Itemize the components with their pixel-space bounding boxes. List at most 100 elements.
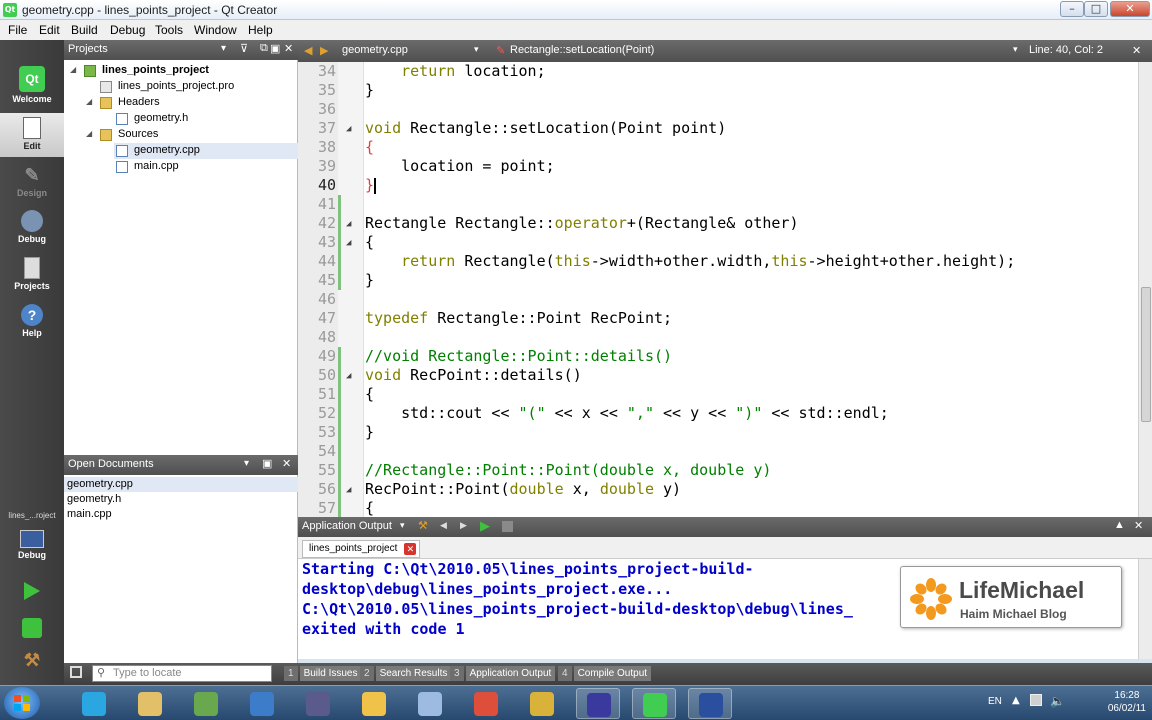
maximize-button[interactable]: □ bbox=[1084, 1, 1108, 17]
tree-item-geometry-h[interactable]: geometry.h bbox=[64, 111, 298, 127]
mode-help[interactable]: ? Help bbox=[0, 304, 64, 344]
menu-debug[interactable]: Debug bbox=[110, 23, 145, 37]
tree-item-main-cpp[interactable]: main.cpp bbox=[64, 159, 298, 175]
code-line[interactable]: } bbox=[365, 176, 377, 195]
kit-project-label[interactable]: lines_...roject bbox=[0, 511, 64, 523]
output-scrollbar[interactable] bbox=[1138, 559, 1152, 659]
taskbar-app-button[interactable] bbox=[240, 688, 284, 719]
dropdown-icon[interactable]: ▾ bbox=[221, 43, 226, 54]
start-button[interactable] bbox=[4, 687, 40, 719]
code-line[interactable]: void Rectangle::setLocation(Point point) bbox=[365, 119, 726, 138]
debug-run-button[interactable] bbox=[0, 618, 64, 642]
code-line[interactable]: typedef Rectangle::Point RecPoint; bbox=[365, 309, 672, 328]
mode-debug[interactable]: Debug bbox=[0, 210, 64, 250]
code-editor[interactable]: 34 35 36 37 38 39 40 41 42 43 44 45 46 4… bbox=[298, 62, 1152, 517]
open-document-item[interactable]: main.cpp bbox=[64, 507, 298, 522]
collapse-arrow-icon[interactable]: ◢ bbox=[70, 65, 76, 74]
locate-input[interactable]: ⚲ Type to locate bbox=[92, 665, 272, 682]
code-line[interactable]: void RecPoint::details() bbox=[365, 366, 582, 385]
build-issues-button[interactable]: 1 Build Issues bbox=[284, 666, 362, 682]
reattach-icon[interactable]: ⚒ bbox=[418, 519, 428, 532]
menu-build[interactable]: Build bbox=[71, 23, 98, 37]
taskbar-app-button[interactable] bbox=[184, 688, 228, 719]
filter-icon[interactable]: ⊽ bbox=[240, 42, 248, 55]
tree-item-pro-file[interactable]: lines_points_project.pro bbox=[64, 79, 298, 95]
code-line[interactable]: location = point; bbox=[365, 157, 555, 176]
output-tab[interactable]: lines_points_project ✕ bbox=[302, 540, 421, 558]
code-line[interactable]: } bbox=[365, 423, 374, 442]
tree-item-headers[interactable]: ◢ Headers bbox=[64, 95, 298, 111]
taskbar-app-button[interactable] bbox=[464, 688, 508, 719]
search-results-button[interactable]: 2 Search Results bbox=[360, 666, 452, 682]
code-line[interactable]: RecPoint::Point(double x, double y) bbox=[365, 480, 681, 499]
projects-panel-title[interactable]: Projects bbox=[68, 43, 108, 55]
compile-output-button[interactable]: 4 Compile Output bbox=[558, 666, 652, 682]
open-document-item[interactable]: geometry.cpp bbox=[64, 477, 298, 492]
editor-scrollbar[interactable] bbox=[1138, 62, 1152, 517]
taskbar-app-button[interactable] bbox=[520, 688, 564, 719]
back-arrow-icon[interactable]: ◀ bbox=[304, 44, 312, 57]
collapse-arrow-icon[interactable]: ◢ bbox=[86, 97, 92, 106]
maximize-panel-icon[interactable]: ▲ bbox=[1114, 519, 1125, 531]
kit-selector[interactable]: Debug bbox=[0, 530, 64, 570]
close-editor-icon[interactable]: ✕ bbox=[1132, 44, 1141, 57]
menu-edit[interactable]: Edit bbox=[39, 23, 60, 37]
code-line[interactable]: std::cout << "(" << x << "," << y << ")"… bbox=[365, 404, 889, 423]
tree-item-sources[interactable]: ◢ Sources bbox=[64, 127, 298, 143]
fold-arrow-icon[interactable]: ◢ bbox=[346, 238, 351, 248]
code-line[interactable]: //Rectangle::Point::Point(double x, doub… bbox=[365, 461, 771, 480]
close-panel-icon[interactable]: ✕ bbox=[284, 42, 293, 55]
code-line[interactable]: { bbox=[365, 138, 374, 157]
code-line[interactable]: { bbox=[365, 499, 374, 517]
menu-tools[interactable]: Tools bbox=[155, 23, 183, 37]
menu-file[interactable]: File bbox=[8, 23, 27, 37]
menu-window[interactable]: Window bbox=[194, 23, 237, 37]
split-icon[interactable]: ▣ bbox=[262, 457, 272, 470]
taskbar-app-button[interactable] bbox=[296, 688, 340, 719]
forward-arrow-icon[interactable]: ▶ bbox=[320, 44, 328, 57]
close-window-button[interactable]: ✕ bbox=[1110, 1, 1150, 17]
split-icon[interactable]: ▣ bbox=[270, 42, 280, 55]
code-line[interactable]: //void Rectangle::Point::details() bbox=[365, 347, 672, 366]
previous-icon[interactable]: ◀ bbox=[440, 520, 447, 531]
next-icon[interactable]: ▶ bbox=[460, 520, 467, 531]
menu-help[interactable]: Help bbox=[248, 23, 273, 37]
taskbar-app-button[interactable] bbox=[128, 688, 172, 719]
close-tab-icon[interactable]: ✕ bbox=[404, 543, 417, 555]
chevron-down-icon[interactable]: ▾ bbox=[474, 44, 479, 55]
dropdown-icon[interactable]: ▾ bbox=[244, 458, 249, 469]
taskbar-app-button[interactable] bbox=[72, 688, 116, 719]
link-icon[interactable]: ⧉ bbox=[260, 42, 268, 55]
taskbar-app-button[interactable] bbox=[576, 688, 620, 719]
language-indicator[interactable]: EN bbox=[988, 696, 1002, 707]
code-line[interactable]: } bbox=[365, 81, 374, 100]
tree-item-project[interactable]: ◢ lines_points_project bbox=[64, 63, 298, 79]
system-clock[interactable]: 16:28 06/02/11 bbox=[1108, 689, 1146, 715]
show-hidden-icons-icon[interactable]: ▲ bbox=[1012, 695, 1020, 706]
file-selector[interactable]: geometry.cpp bbox=[342, 44, 408, 56]
close-panel-icon[interactable]: ✕ bbox=[1134, 519, 1143, 532]
mode-edit[interactable]: Edit bbox=[0, 113, 64, 157]
symbol-selector[interactable]: Rectangle::setLocation(Point) bbox=[510, 44, 654, 56]
taskbar-app-button[interactable] bbox=[688, 688, 732, 719]
code-line[interactable]: { bbox=[365, 385, 374, 404]
mode-welcome[interactable]: Qt Welcome bbox=[0, 66, 64, 110]
stop-icon[interactable] bbox=[502, 521, 513, 532]
chevron-down-icon[interactable]: ▾ bbox=[1013, 44, 1018, 55]
volume-icon[interactable]: 🔈 bbox=[1050, 694, 1065, 708]
code-line[interactable]: } bbox=[365, 271, 374, 290]
build-button[interactable]: ⚒ bbox=[0, 650, 64, 674]
fold-arrow-icon[interactable]: ◢ bbox=[346, 485, 351, 495]
code-line[interactable]: return Rectangle(this->width+other.width… bbox=[365, 252, 1015, 271]
code-line[interactable]: return location; bbox=[365, 62, 546, 81]
taskbar-app-button[interactable] bbox=[408, 688, 452, 719]
rerun-icon[interactable]: ▶ bbox=[480, 518, 490, 534]
network-icon[interactable] bbox=[1030, 694, 1042, 706]
toggle-sidebar-icon[interactable] bbox=[70, 666, 82, 678]
code-line[interactable]: { bbox=[365, 233, 374, 252]
taskbar-app-button[interactable] bbox=[632, 688, 676, 719]
application-output-button[interactable]: 3 Application Output bbox=[450, 666, 556, 682]
fold-arrow-icon[interactable]: ◢ bbox=[346, 371, 351, 381]
close-panel-icon[interactable]: ✕ bbox=[282, 457, 291, 470]
open-document-item[interactable]: geometry.h bbox=[64, 492, 298, 507]
